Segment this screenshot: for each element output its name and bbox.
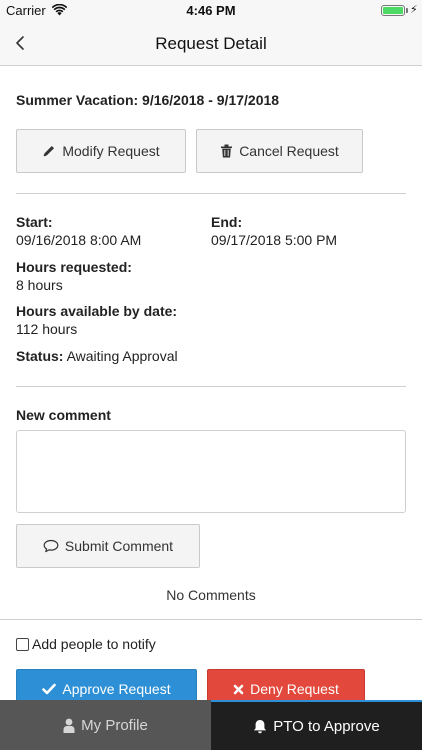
notify-checkbox[interactable] [16,637,29,651]
modify-request-button[interactable]: Modify Request [16,129,186,173]
charging-icon: ⚡ [410,4,418,16]
status-label: Status: [16,348,64,364]
hours-available-value: 112 hours [16,321,78,337]
cancel-request-button[interactable]: Cancel Request [196,129,363,173]
divider [0,619,422,620]
comment-input[interactable] [16,430,406,513]
request-title: Summer Vacation: 9/16/2018 - 9/17/2018 [16,92,280,108]
deny-request-label: Deny Request [250,681,339,697]
end-label: End: [211,214,243,230]
status-line: Status: Awaiting Approval [16,348,178,364]
modify-request-label: Modify Request [62,143,160,159]
clock-time: 4:46 PM [186,3,236,18]
start-label: Start: [16,214,53,230]
speech-bubble-icon [43,539,59,553]
page-title: Request Detail [155,34,267,53]
hours-available-label: Hours available by date: [16,303,178,319]
hours-requested-label: Hours requested: [16,259,132,275]
status-bar: Carrier 4:46 PM ⚡ [0,0,422,22]
status-value: Awaiting Approval [66,348,178,364]
no-comments-text: No Comments [166,587,256,603]
end-value: 09/17/2018 5:00 PM [211,232,338,248]
bottom-tab-bar: My Profile PTO to Approve [0,700,422,750]
new-comment-label: New comment [16,407,111,423]
x-icon [233,684,244,694]
notify-label: Add people to notify [32,636,156,652]
divider [16,193,406,194]
tab-pto-to-approve-label: PTO to Approve [273,717,380,735]
divider [16,386,406,387]
tab-pto-to-approve[interactable]: PTO to Approve [211,700,422,750]
approve-request-label: Approve Request [62,681,171,697]
checkmark-icon [42,683,57,695]
pencil-icon [43,146,55,157]
tab-my-profile[interactable]: My Profile [0,700,211,750]
trash-icon [221,144,233,158]
bell-icon [254,719,267,733]
navigation-bar: Request Detail [0,22,422,66]
hours-requested-value: 8 hours [16,277,63,293]
battery-tip [406,8,408,13]
notify-row[interactable]: Add people to notify [16,636,156,652]
battery-icon [381,5,405,16]
submit-comment-label: Submit Comment [64,538,174,554]
cancel-request-label: Cancel Request [239,143,339,159]
tab-my-profile-label: My Profile [81,716,148,734]
start-value: 09/16/2018 8:00 AM [16,232,142,248]
user-icon [63,718,75,733]
submit-comment-button[interactable]: Submit Comment [16,524,200,568]
